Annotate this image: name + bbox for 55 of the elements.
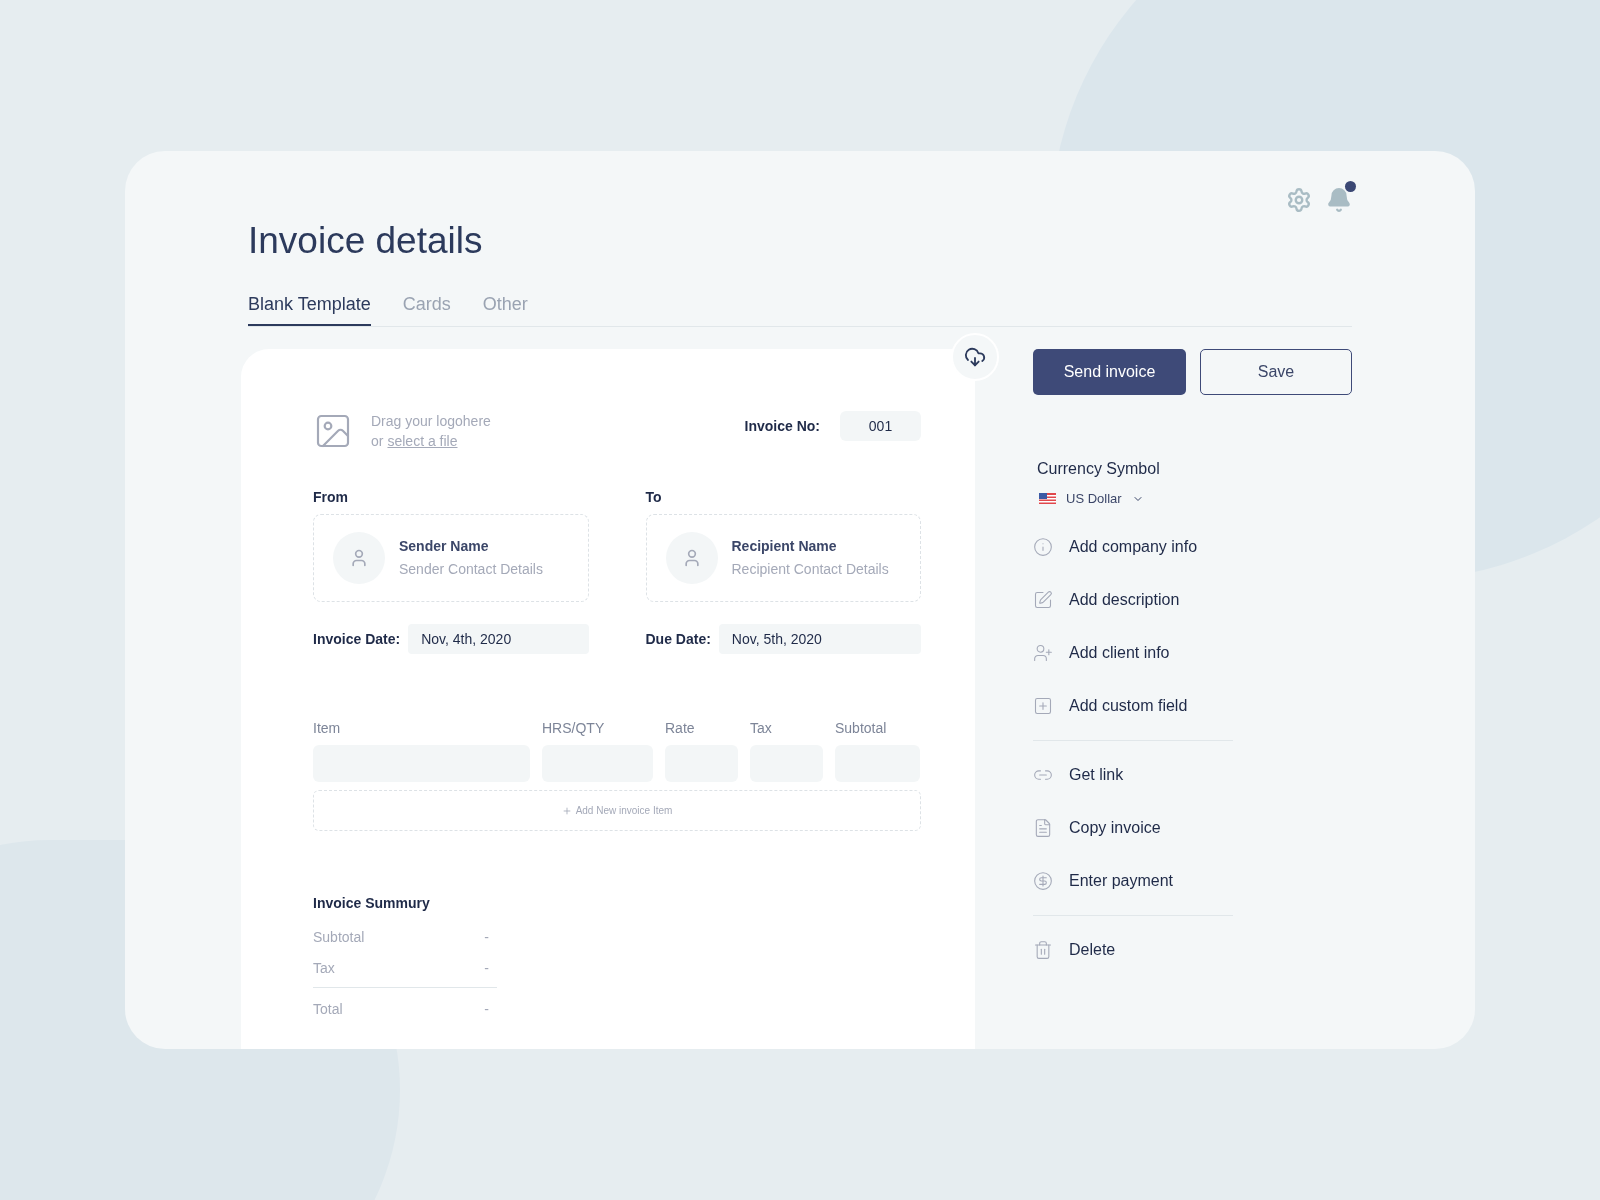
- column-header: Rate: [665, 719, 696, 738]
- tab[interactable]: Blank Template: [248, 291, 371, 326]
- settings-icon[interactable]: [1286, 187, 1312, 213]
- summary-title: Invoice Summury: [313, 894, 431, 913]
- date-label: Due Date:: [645, 629, 711, 649]
- contact-card[interactable]: Sender Name Sender Contact Details: [313, 514, 589, 602]
- user-plus-icon: [1033, 642, 1053, 663]
- square-plus-icon: [1033, 695, 1053, 716]
- document-icon: [1033, 817, 1053, 838]
- party-heading: From: [313, 488, 349, 507]
- logo-drop-hint: Drag your logohere: [371, 412, 491, 431]
- trash-icon: [1033, 939, 1053, 960]
- contact-card[interactable]: Recipient Name Recipient Contact Details: [645, 514, 921, 602]
- party-heading: To: [645, 488, 663, 507]
- contact-details: Sender Contact Details: [399, 560, 543, 579]
- date-field[interactable]: Nov, 4th, 2020: [408, 624, 589, 654]
- info-icon: [1033, 536, 1053, 557]
- currency-dropdown[interactable]: US Dollar: [1039, 489, 1144, 509]
- action-item[interactable]: Add custom field: [1033, 693, 1233, 718]
- column-header: HRS/QTY: [542, 719, 606, 738]
- action-item[interactable]: Enter payment: [1033, 868, 1233, 893]
- action-item[interactable]: Delete: [1033, 937, 1233, 962]
- action-item[interactable]: Get link: [1033, 762, 1233, 787]
- action-item[interactable]: Add client info: [1033, 640, 1233, 665]
- column-header: Tax: [750, 719, 773, 738]
- date-label: Invoice Date:: [313, 629, 401, 649]
- summary-label: Subtotal: [313, 928, 365, 947]
- date-field[interactable]: Nov, 5th, 2020: [718, 624, 921, 654]
- save-button[interactable]: Save: [1200, 349, 1352, 395]
- avatar-placeholder: [333, 532, 385, 584]
- summary-value: -: [484, 1000, 489, 1019]
- dollar-coin-icon: [1033, 870, 1053, 891]
- page-title: Invoice details: [248, 219, 484, 263]
- cloud-download-icon: [964, 346, 986, 368]
- summary-label: Tax: [313, 959, 335, 978]
- summary-label: Total: [313, 1000, 343, 1019]
- plus-icon: [561, 805, 572, 816]
- send-invoice-button[interactable]: Send invoice: [1033, 349, 1186, 395]
- contact-name: Recipient Name: [731, 537, 838, 556]
- pencil-square-icon: [1033, 589, 1053, 610]
- notification-bell-icon[interactable]: [1326, 187, 1352, 213]
- or-label: or: [371, 432, 384, 451]
- action-item[interactable]: Copy invoice: [1033, 815, 1233, 840]
- column-header: Item: [313, 719, 342, 738]
- action-item[interactable]: Add company info: [1033, 534, 1233, 559]
- invoice-no-label: Invoice No:: [744, 416, 820, 436]
- action-item[interactable]: Add description: [1033, 587, 1233, 612]
- column-header: Subtotal: [835, 719, 888, 738]
- summary-value: -: [484, 928, 489, 947]
- flag-icon: [1039, 493, 1056, 505]
- contact-name: Sender Name: [399, 537, 490, 556]
- currency-label: Currency Symbol: [1037, 459, 1161, 479]
- summary-value: -: [484, 959, 489, 978]
- contact-details: Recipient Contact Details: [731, 560, 889, 579]
- invoice-no-field[interactable]: 001: [840, 411, 921, 441]
